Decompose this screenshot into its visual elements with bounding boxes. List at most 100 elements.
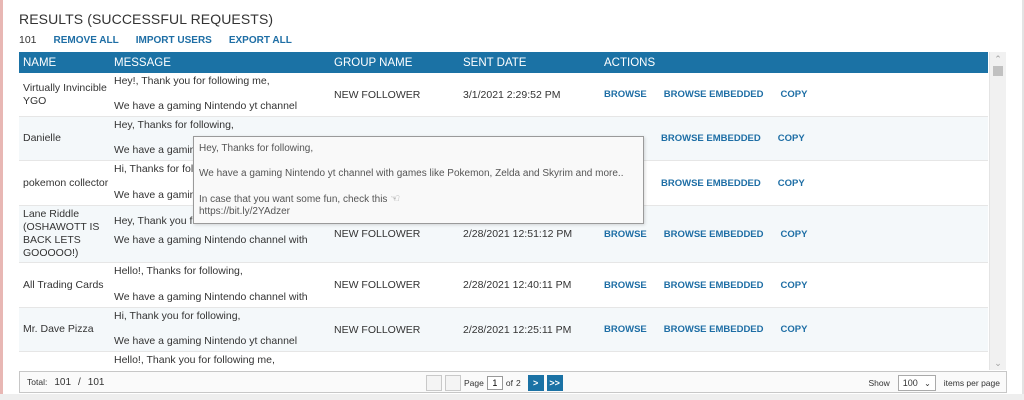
- window-bottom-strip: [0, 394, 1024, 400]
- copy-link[interactable]: COPY: [781, 229, 808, 240]
- message-line: We have a gaming Nintendo channel with: [114, 234, 308, 246]
- browse-link[interactable]: BROWSE: [604, 324, 647, 335]
- import-users-button[interactable]: IMPORT USERS: [136, 35, 212, 46]
- message-line: We have a gaming Nintendo yt channel: [114, 335, 298, 347]
- total-label: Total:: [27, 377, 48, 387]
- pager: Page of 2 > >>: [426, 375, 563, 391]
- total-shown: 101: [54, 376, 72, 388]
- row-actions: BROWSE BROWSE EMBEDDED COPY: [600, 263, 988, 307]
- of-label: of: [505, 378, 513, 388]
- row-name: [19, 352, 110, 370]
- message-line: Hi, Thank you for following,: [114, 310, 241, 322]
- row-group: NEW FOLLOWER: [334, 88, 421, 101]
- table-row[interactable]: Mr. Dave Pizza Hi, Thank you for followi…: [19, 308, 988, 352]
- row-name: Lane Riddle (OSHAWOTT IS BACK LETS GOOOO…: [23, 208, 100, 259]
- left-border: [0, 0, 3, 400]
- column-header-group[interactable]: GROUP NAME: [330, 57, 459, 69]
- copy-link[interactable]: COPY: [778, 178, 805, 189]
- row-message: Hey!, Thank you for following me, We hav…: [110, 73, 330, 116]
- row-actions: [600, 352, 988, 370]
- remove-all-button[interactable]: REMOVE ALL: [54, 35, 119, 46]
- show-label: Show: [868, 378, 890, 388]
- row-actions: BROWSE BROWSE EMBEDDED COPY: [600, 308, 988, 351]
- row-group: NEW FOLLOWER: [334, 279, 421, 291]
- grid-footer: Total: 101 / 101 Page of 2 > >> Show 100…: [19, 371, 1007, 393]
- row-name: All Trading Cards: [23, 278, 104, 291]
- row-date: [459, 352, 600, 370]
- export-all-button[interactable]: EXPORT ALL: [229, 35, 292, 46]
- row-group: NEW FOLLOWER: [334, 323, 421, 336]
- tooltip-line: We have a gaming Nintendo yt channel wit…: [199, 168, 624, 179]
- items-per-page-label: items per page: [943, 378, 1000, 388]
- row-actions: BROWSE BROWSE EMBEDDED COPY: [600, 73, 988, 116]
- column-header-name[interactable]: NAME: [19, 57, 110, 69]
- browse-embedded-link[interactable]: BROWSE EMBEDDED: [664, 324, 764, 335]
- row-name: Mr. Dave Pizza: [23, 323, 94, 335]
- scroll-thumb[interactable]: [993, 66, 1003, 76]
- row-actions: BROWSE EMBEDDED COPY: [600, 161, 988, 205]
- grid-scrollbar[interactable]: ⌃ ⌄: [989, 52, 1006, 370]
- browse-embedded-link[interactable]: BROWSE EMBEDDED: [661, 178, 761, 189]
- table-row[interactable]: Virtually Invincible YGO Hey!, Thank you…: [19, 73, 988, 117]
- page-size-control: Show 100 ⌄ items per page: [868, 375, 1000, 391]
- scroll-down-icon[interactable]: ⌄: [990, 356, 1006, 370]
- row-date: 2/28/2021 12:40:11 PM: [463, 279, 572, 291]
- column-header-message[interactable]: MESSAGE: [110, 57, 330, 69]
- row-name: Danielle: [23, 132, 61, 144]
- row-name: Virtually Invincible YGO: [23, 81, 107, 107]
- result-count: 101: [19, 34, 37, 46]
- copy-link[interactable]: COPY: [781, 324, 808, 335]
- message-line: Hello!, Thanks for following,: [114, 265, 243, 277]
- total-summary: Total: 101 / 101: [20, 377, 104, 388]
- row-name: pokemon collector: [23, 176, 109, 189]
- results-toolbar: 101 REMOVE ALL IMPORT USERS EXPORT ALL: [19, 34, 292, 46]
- row-message: Hi, Thank you for following, We have a g…: [110, 308, 330, 351]
- page-label: Page: [464, 378, 484, 388]
- row-actions: BROWSE EMBEDDED COPY: [600, 117, 988, 160]
- first-page-button[interactable]: [426, 375, 442, 391]
- copy-link[interactable]: COPY: [781, 280, 808, 291]
- page-size-select[interactable]: 100 ⌄: [897, 375, 936, 391]
- chevron-down-icon: ⌄: [924, 378, 931, 388]
- pointing-hand-icon: ☜: [390, 193, 401, 205]
- page-count: 2: [515, 378, 521, 388]
- next-page-button[interactable]: >: [527, 375, 544, 391]
- message-tooltip: Hey, Thanks for following, We have a gam…: [193, 136, 644, 224]
- column-header-date[interactable]: SENT DATE: [459, 57, 600, 69]
- message-line: Hey, Thanks for following,: [114, 119, 234, 131]
- message-line: We have a gamin: [114, 189, 196, 201]
- browse-link[interactable]: BROWSE: [604, 280, 647, 291]
- total-separator: /: [78, 376, 81, 388]
- row-message: Hello!, Thanks for following, We have a …: [110, 263, 330, 307]
- copy-link[interactable]: COPY: [781, 89, 808, 100]
- browse-link[interactable]: BROWSE: [604, 89, 647, 100]
- row-actions: BROWSE BROWSE EMBEDDED COPY: [600, 206, 988, 262]
- total-all: 101: [87, 376, 105, 388]
- message-line: We have a gaming: [114, 144, 202, 156]
- table-row[interactable]: Hello!, Thank you for following me,: [19, 352, 988, 370]
- row-message: Hello!, Thank you for following me,: [110, 352, 330, 370]
- browse-embedded-link[interactable]: BROWSE EMBEDDED: [664, 89, 764, 100]
- column-header-actions: ACTIONS: [604, 56, 656, 69]
- message-line: Hey!, Thank you for following me,: [114, 75, 270, 87]
- browse-embedded-link[interactable]: BROWSE EMBEDDED: [661, 133, 761, 144]
- row-date: 2/28/2021 12:25:11 PM: [463, 323, 572, 336]
- browse-embedded-link[interactable]: BROWSE EMBEDDED: [664, 280, 764, 291]
- table-row[interactable]: All Trading Cards Hello!, Thanks for fol…: [19, 263, 988, 308]
- tooltip-line: Hey, Thanks for following,: [199, 143, 314, 154]
- copy-link[interactable]: COPY: [778, 133, 805, 144]
- prev-page-button[interactable]: [445, 375, 461, 391]
- tooltip-line: In case that you want some fun, check th…: [199, 193, 638, 206]
- browse-link[interactable]: BROWSE: [604, 229, 647, 240]
- tooltip-link: https://bit.ly/2YAdzer: [199, 206, 290, 217]
- last-page-button[interactable]: >>: [546, 375, 563, 391]
- page-size-value: 100: [902, 378, 918, 388]
- row-group: [330, 352, 459, 370]
- page-input[interactable]: [486, 376, 503, 390]
- scroll-up-icon[interactable]: ⌃: [990, 52, 1006, 66]
- page-title: RESULTS (SUCCESSFUL REQUESTS): [19, 11, 274, 27]
- message-line: We have a gaming Nintendo channel with: [114, 291, 308, 303]
- message-line: Hello!, Thank you for following me,: [114, 354, 275, 366]
- browse-embedded-link[interactable]: BROWSE EMBEDDED: [664, 229, 764, 240]
- row-date: 3/1/2021 2:29:52 PM: [463, 88, 561, 101]
